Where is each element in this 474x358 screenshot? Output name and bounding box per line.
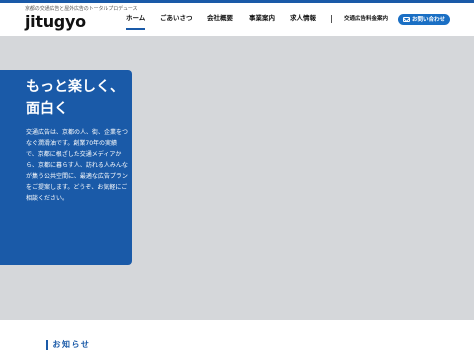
nav-item-business[interactable]: 事業案内: [249, 14, 275, 23]
hero-title-line2: 面白く: [26, 101, 68, 117]
hero-title: もっと楽しく、 面白く: [26, 76, 130, 120]
nav-item-company[interactable]: 会社概要: [207, 14, 233, 23]
hero-body: 交通広告は、京都の人、街、企業をつなぐ潤滑油です。創業70年の実績で、京都に根ざ…: [26, 129, 129, 202]
contact-button-label: お問い合わせ: [411, 16, 445, 23]
news-heading: お知らせ: [46, 339, 90, 351]
logo[interactable]: 京都の交通広告と屋外広告のトータルプロデュース jitugyo: [25, 6, 138, 34]
nav-item-greeting[interactable]: ごあいさつ: [160, 14, 193, 23]
nav-item-ad-rates[interactable]: 交通広告料金案内: [344, 15, 388, 23]
logo-wordmark: jitugyo: [25, 12, 86, 31]
nav-active-indicator: [126, 28, 145, 30]
news-title: お知らせ: [52, 340, 91, 349]
nav-divider: [331, 15, 332, 23]
nav-item-home[interactable]: ホーム: [126, 14, 145, 23]
nav-item-recruit[interactable]: 求人情報: [290, 14, 316, 23]
contact-button[interactable]: お問い合わせ: [398, 14, 450, 25]
news-heading-bar: [46, 340, 48, 350]
hero-title-line1: もっと楽しく、: [26, 79, 124, 95]
mail-icon: [402, 17, 410, 22]
